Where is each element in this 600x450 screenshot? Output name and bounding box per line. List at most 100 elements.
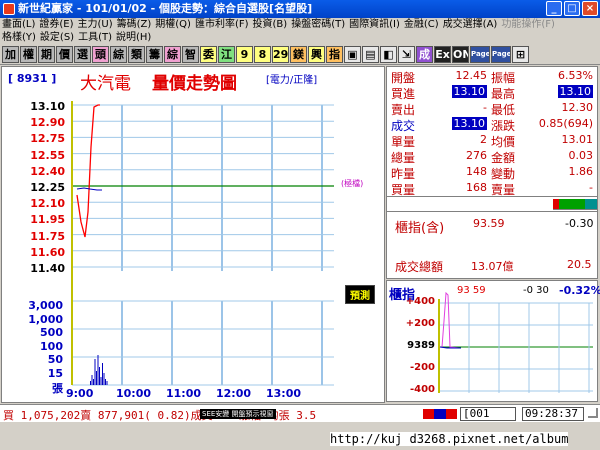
exit-icon[interactable]: Ex [434, 46, 451, 63]
futures-icon[interactable]: 期 [38, 46, 55, 63]
volume-tick: 15 [47, 366, 63, 380]
select-icon[interactable]: 選 [74, 46, 91, 63]
menu-item-7[interactable]: 操盤密碼(T) [289, 18, 347, 32]
index-value: 93.59 [473, 217, 505, 230]
price-series-line [76, 104, 100, 238]
window-title: 新世紀贏家 - 101/01/02 - 個股走勢：綜合自選股[名望股] [18, 2, 313, 15]
resize-grip-icon[interactable] [588, 408, 598, 418]
volume-bar [90, 381, 91, 385]
index-series-line [441, 291, 460, 349]
title-bar: 新世紀贏家 - 101/01/02 - 個股走勢：綜合自選股[名望股] _ □ … [0, 0, 600, 18]
price-tick: 12.55 [30, 148, 65, 162]
head-icon[interactable]: 頭 [92, 46, 109, 63]
price-tick: 11.60 [30, 245, 65, 259]
menu-item-3[interactable]: 籌碼(Z) [115, 18, 154, 32]
quote-row: 昨量 148 變動 1.86 [387, 165, 599, 181]
eight-icon[interactable]: 8 [254, 46, 271, 63]
trade-icon[interactable]: 成 [416, 46, 433, 63]
weight-icon[interactable]: 權 [20, 46, 37, 63]
nine-icon[interactable]: 9 [236, 46, 253, 63]
list-icon[interactable]: ▤ [362, 46, 379, 63]
quote-row: 買量 168 賣量 - [387, 181, 599, 197]
volume-bar [106, 381, 108, 385]
volume-tick: 100 [40, 339, 63, 353]
price-tick: 12.75 [30, 132, 65, 146]
quote-label: 均價 [491, 135, 516, 149]
add-icon[interactable]: 加 [2, 46, 19, 63]
menu-item-0[interactable]: 畫面(L) [0, 18, 37, 32]
quote-label: 總量 [391, 151, 416, 165]
quote-value: 2 [480, 133, 487, 146]
page-indicator-red-2 [445, 409, 457, 419]
watermark-url: http://kuj d3268.pixnet.net/album [330, 432, 569, 446]
index-icon[interactable]: 指 [326, 46, 343, 63]
app-icon [3, 3, 15, 15]
menu2-item-2[interactable]: 工具(T) [76, 31, 114, 45]
page-indicator-blue [434, 409, 446, 419]
close-button[interactable]: × [582, 1, 598, 16]
turnover-ratio: 20.5 [567, 258, 592, 271]
predict-button[interactable]: 預測 [345, 285, 375, 304]
order-icon[interactable]: 委 [200, 46, 217, 63]
rise-icon[interactable]: 興 [308, 46, 325, 63]
composite-icon[interactable]: 綜 [110, 46, 127, 63]
page-indicator[interactable] [423, 409, 457, 419]
quote-label: 最高 [491, 87, 516, 101]
twenty-nine-icon[interactable]: 29 [272, 46, 289, 63]
menu2-item-0[interactable]: 格樣(Y) [0, 31, 38, 45]
menu-item-1[interactable]: 證券(E) [37, 18, 75, 32]
price-icon[interactable]: 價 [56, 46, 73, 63]
menu-bar: 畫面(L) 證券(E) 主力(U) 籌碼(Z) 期權(Q) 匯市利率(F) 投資(B) 操盤密… [0, 18, 600, 32]
minimize-button[interactable]: _ [546, 1, 562, 16]
price-tick: 12.40 [30, 164, 65, 178]
command-input[interactable]: [001 [460, 407, 516, 421]
smart-icon[interactable]: 智 [182, 46, 199, 63]
menu-item-8[interactable]: 國際資訊(I) [347, 18, 402, 32]
chips-icon[interactable]: 籌 [146, 46, 163, 63]
magnesium-icon[interactable]: 鎂 [290, 46, 307, 63]
menu-item-6[interactable]: 投資(B) [251, 18, 290, 32]
page-up-icon[interactable]: Page [470, 46, 490, 63]
menu-item-11[interactable]: 功能操作(F) [499, 18, 557, 32]
quote-value: 6.53% [558, 69, 593, 82]
quote-value: 13.10 [557, 85, 593, 98]
quote-label: 最低 [491, 103, 516, 117]
volume-bar [102, 363, 103, 385]
grid-icon[interactable]: ▣ [344, 46, 361, 63]
menu-item-4[interactable]: 期權(Q) [153, 18, 193, 32]
menu2-item-1[interactable]: 設定(S) [38, 31, 76, 45]
volume-bar [100, 377, 102, 385]
menu2-item-3[interactable]: 說明(H) [114, 31, 153, 45]
menu-item-2[interactable]: 主力(U) [76, 18, 115, 32]
time-tick: 9:00 [66, 387, 94, 400]
quote-value: 0.03 [568, 149, 594, 162]
arrow-icon[interactable]: ⇲ [398, 46, 415, 63]
volume-tick: 3,000 [28, 299, 63, 312]
quote-row: 賣出 - 最低 12.30 [387, 101, 599, 117]
quote-label: 變動 [491, 167, 516, 181]
index-change: -0.30 [565, 217, 594, 230]
maximize-button[interactable]: □ [564, 1, 580, 16]
composite2-icon[interactable]: 綜 [164, 46, 181, 63]
menu-item-9[interactable]: 金融(C) [402, 18, 441, 32]
page-down-icon[interactable]: Page [491, 46, 511, 63]
status-bar: 買 1,075,202賣 877,901( 0.82)成交 0% 漲幅 均張 3… [0, 404, 600, 422]
window-controls: _ □ × [546, 1, 598, 16]
reference-price-label: (極檔) [341, 179, 364, 188]
quote-row: 買進 13.10 最高 13.10 [387, 85, 599, 101]
split-icon[interactable]: ◧ [380, 46, 397, 63]
category-icon[interactable]: 類 [128, 46, 145, 63]
river-icon[interactable]: 江 [218, 46, 235, 63]
index-tick: -200 [409, 362, 435, 373]
volume-bar [96, 371, 97, 385]
index-panel: 櫃指(含) 93.59 -0.30 成交總額 13.07億 20.5 [386, 211, 598, 279]
menu-item-5[interactable]: 匯市利率(F) [193, 18, 251, 32]
index-label: 櫃指(含) [395, 221, 445, 236]
quote-value: 13.10 [451, 117, 487, 130]
menu-bar-secondary: 格樣(Y) 設定(S) 工具(T) 說明(H) [0, 31, 600, 45]
menu-item-10[interactable]: 成交選擇(A) [441, 18, 500, 32]
index-tick: 9389 [407, 340, 435, 351]
on-icon[interactable]: ON [452, 46, 469, 63]
time-tick: 11:00 [166, 387, 202, 400]
window-icon[interactable]: ⊞ [512, 46, 529, 63]
